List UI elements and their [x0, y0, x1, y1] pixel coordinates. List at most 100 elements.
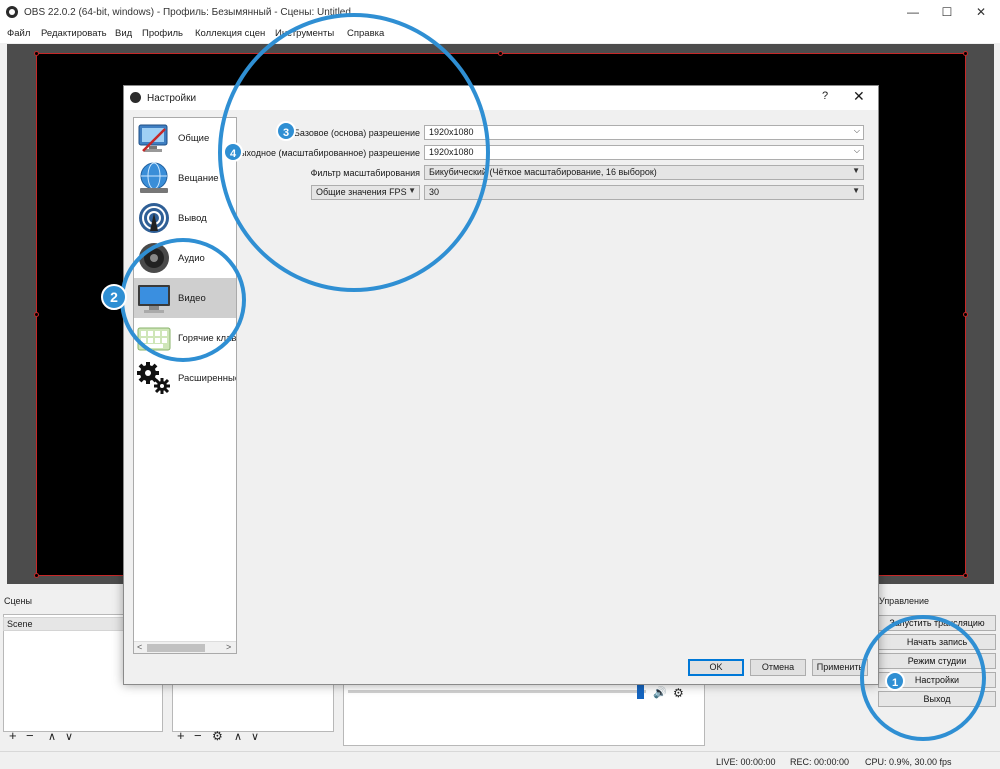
dropdown-arrow-icon: ▼: [408, 186, 416, 195]
menu-scene-collection[interactable]: Коллекция сцен: [195, 28, 265, 39]
minimize-button[interactable]: —: [898, 3, 928, 21]
menu-file[interactable]: Файл: [7, 28, 30, 39]
stream-icon: [140, 162, 168, 193]
maximize-button[interactable]: ☐: [932, 3, 962, 21]
speaker-icon[interactable]: 🔊: [653, 686, 667, 700]
audio-icon: [139, 243, 169, 273]
downscale-filter-value: Бикубический (Чёткое масштабирование, 16…: [429, 167, 657, 177]
sidebar-item-label: Горячие клавиши: [178, 333, 237, 344]
scroll-right-icon[interactable]: >: [226, 642, 231, 652]
base-resolution-label: Базовое (основа) разрешение: [294, 128, 420, 138]
volume-slider-track[interactable]: [348, 690, 646, 693]
fps-value-select[interactable]: 30 ▼: [424, 185, 864, 200]
base-resolution-value: 1920x1080: [429, 127, 474, 137]
move-source-down-button[interactable]: ∨: [251, 730, 259, 744]
exit-button[interactable]: Выход: [878, 691, 996, 707]
audio-mixer-panel: [343, 684, 705, 746]
dialog-title: Настройки: [147, 93, 197, 104]
advanced-icon: [137, 362, 170, 394]
sidebar-item-label: Вещание: [178, 173, 219, 184]
resize-handle[interactable]: [963, 573, 968, 578]
move-scene-up-button[interactable]: ∧: [48, 730, 56, 744]
settings-dialog: Настройки ? ✕ Общие Вещание Вывод Аудио …: [123, 85, 879, 685]
remove-scene-button[interactable]: −: [26, 729, 34, 743]
general-icon: [138, 124, 168, 152]
studio-mode-button[interactable]: Режим студии: [878, 653, 996, 669]
annotation-badge-4: 4: [223, 142, 243, 162]
sidebar-item-advanced[interactable]: Расширенные: [134, 358, 236, 398]
menu-view[interactable]: Вид: [115, 28, 132, 39]
add-source-button[interactable]: +: [177, 729, 185, 743]
mixer-settings-icon[interactable]: ⚙: [673, 686, 684, 700]
sidebar-item-output[interactable]: Вывод: [134, 198, 236, 238]
chevron-down-icon: ⌵: [853, 126, 860, 135]
scroll-left-icon[interactable]: <: [137, 642, 142, 652]
scenes-dock-title: Сцены: [4, 596, 32, 606]
menu-bar: Файл Редактировать Вид Профиль Коллекция…: [0, 25, 1000, 43]
ok-button[interactable]: OK: [688, 659, 744, 676]
sidebar-item-audio[interactable]: Аудио: [134, 238, 236, 278]
obs-logo-icon: [130, 92, 141, 103]
sidebar-item-hotkeys[interactable]: Горячие клавиши: [134, 318, 236, 358]
volume-slider-thumb[interactable]: [637, 684, 644, 699]
annotation-badge-2: 2: [101, 284, 127, 310]
sources-list[interactable]: [172, 684, 334, 732]
resize-handle[interactable]: [34, 573, 39, 578]
dialog-titlebar: Настройки ? ✕: [124, 86, 878, 110]
dropdown-arrow-icon: ▼: [852, 166, 860, 175]
status-bar: LIVE: 00:00:00 REC: 00:00:00 CPU: 0.9%, …: [0, 751, 1000, 769]
controls-dock-title: Управление: [879, 596, 930, 606]
apply-button[interactable]: Применить: [812, 659, 868, 676]
output-resolution-value: 1920x1080: [429, 147, 474, 157]
annotation-badge-1: 1: [885, 671, 905, 691]
downscale-filter-label: Фильтр масштабирования: [310, 168, 420, 178]
fps-value: 30: [429, 187, 440, 197]
menu-tools[interactable]: Инструменты: [275, 28, 334, 39]
menu-profile[interactable]: Профиль: [142, 28, 183, 39]
video-icon: [138, 285, 170, 313]
scrollbar-thumb[interactable]: [147, 644, 205, 652]
source-properties-icon[interactable]: ⚙: [212, 729, 223, 743]
window-title: OBS 22.0.2 (64-bit, windows) - Профиль: …: [24, 7, 351, 18]
move-scene-down-button[interactable]: ∨: [65, 730, 73, 744]
fps-mode-value: Общие значения FPS: [316, 187, 407, 197]
resize-handle[interactable]: [34, 51, 39, 56]
sidebar-item-label: Видео: [178, 293, 206, 304]
sidebar-horizontal-scrollbar[interactable]: < >: [134, 641, 236, 653]
menu-edit[interactable]: Редактировать: [41, 28, 107, 39]
remove-source-button[interactable]: −: [194, 729, 202, 743]
settings-sidebar: Общие Вещание Вывод Аудио Видео Горячие …: [133, 117, 237, 654]
start-recording-button[interactable]: Начать запись: [878, 634, 996, 650]
sidebar-item-label: Общие: [178, 133, 210, 144]
annotation-badge-3: 3: [276, 121, 296, 141]
move-source-up-button[interactable]: ∧: [234, 730, 242, 744]
sidebar-item-label: Аудио: [178, 253, 205, 264]
obs-logo-icon: [6, 6, 18, 18]
menu-help[interactable]: Справка: [347, 28, 384, 39]
start-streaming-button[interactable]: Запустить трансляцию: [878, 615, 996, 631]
resize-handle[interactable]: [963, 51, 968, 56]
chevron-down-icon: ⌵: [853, 146, 860, 155]
window-titlebar: OBS 22.0.2 (64-bit, windows) - Профиль: …: [0, 0, 1000, 25]
base-resolution-combo[interactable]: 1920x1080 ⌵: [424, 125, 864, 140]
sidebar-item-stream[interactable]: Вещание: [134, 158, 236, 198]
cancel-button[interactable]: Отмена: [750, 659, 806, 676]
close-dialog-button[interactable]: ✕: [853, 88, 865, 105]
add-scene-button[interactable]: +: [9, 729, 17, 743]
close-window-button[interactable]: ✕: [966, 3, 996, 21]
help-button[interactable]: ?: [822, 90, 828, 102]
cpu-usage: CPU: 0.9%, 30.00 fps: [865, 757, 952, 767]
resize-handle[interactable]: [498, 51, 503, 56]
output-resolution-combo[interactable]: 1920x1080 ⌵: [424, 145, 864, 160]
dropdown-arrow-icon: ▼: [852, 186, 860, 195]
resize-handle[interactable]: [34, 312, 39, 317]
sidebar-item-video[interactable]: Видео: [134, 278, 236, 318]
live-timer: LIVE: 00:00:00: [716, 757, 776, 767]
fps-mode-select[interactable]: Общие значения FPS ▼: [311, 185, 420, 200]
rec-timer: REC: 00:00:00: [790, 757, 850, 767]
output-icon: [139, 203, 169, 233]
hotkeys-icon: [137, 327, 171, 351]
resize-handle[interactable]: [963, 312, 968, 317]
sidebar-item-label: Вывод: [178, 213, 207, 224]
downscale-filter-select[interactable]: Бикубический (Чёткое масштабирование, 16…: [424, 165, 864, 180]
